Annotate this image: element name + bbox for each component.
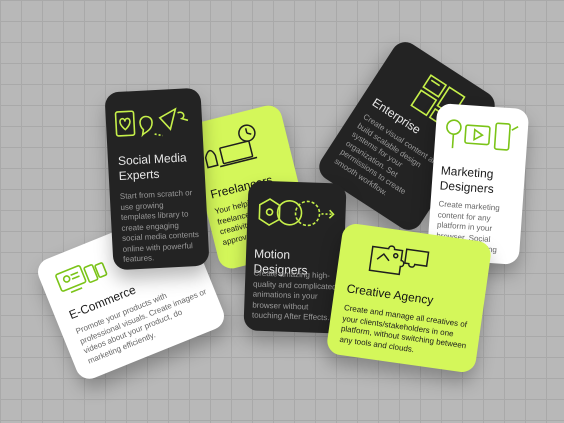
card-title: Marketing Designers: [439, 163, 495, 197]
card-description: Create amazing high-quality and complica…: [251, 268, 337, 323]
motion-hexagon-icon: [255, 195, 338, 238]
puzzle-icon: [365, 238, 433, 283]
card-title: Social Media Experts: [117, 150, 187, 183]
laptop-clock-icon: [196, 120, 270, 175]
card-social[interactable]: Social Media Experts Start from scratch …: [104, 87, 210, 271]
card-description: Start from scratch or use growing templa…: [119, 188, 200, 264]
card-description: Create and manage all creatives of your …: [339, 303, 468, 354]
card-agency[interactable]: Creative Agency Create and manage all cr…: [325, 222, 493, 374]
media-devices-icon: [442, 118, 520, 157]
social-hearts-icon: [113, 102, 191, 142]
